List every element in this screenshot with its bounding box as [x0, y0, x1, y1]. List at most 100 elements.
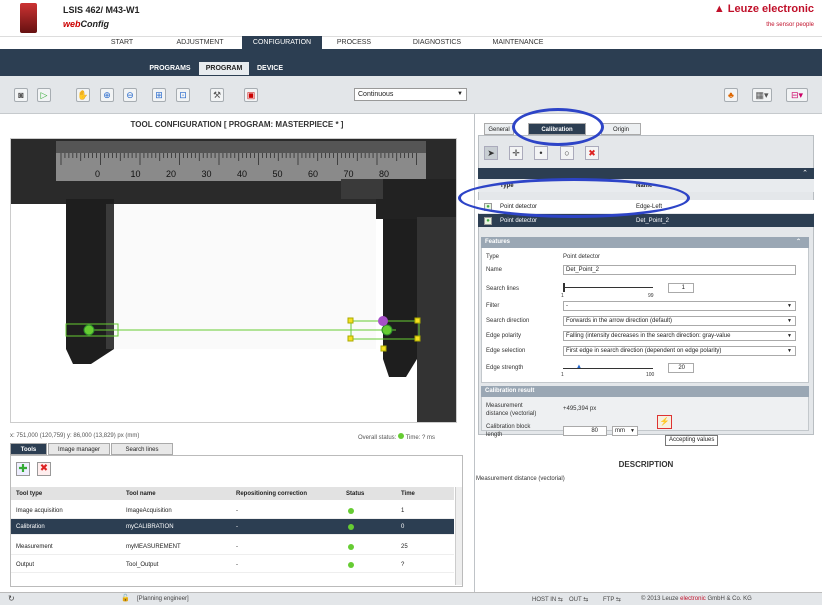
search-direction-select[interactable]: Forwards in the arrow direction (default…: [563, 316, 796, 326]
tools-table-header: Tool type Tool name Repositioning correc…: [11, 487, 454, 500]
description-title: DESCRIPTION: [618, 460, 674, 469]
connection-icon: ⇆: [615, 597, 621, 603]
tools-scrollbar[interactable]: [455, 487, 462, 585]
out-status: OUT ⇆: [569, 597, 589, 603]
tab-search-lines[interactable]: Search lines: [111, 443, 173, 455]
pointer-icon[interactable]: ➤: [484, 146, 498, 160]
menu-adjustment[interactable]: ADJUSTMENT: [160, 36, 240, 49]
save-icon[interactable]: ▣: [244, 88, 258, 102]
search-direction-label: Search direction: [486, 318, 530, 324]
wrench-icon[interactable]: ⚒: [210, 88, 224, 102]
image-view[interactable]: 0 10 20 30 40 50 60 70 80: [10, 138, 457, 423]
camera-icon[interactable]: ◙: [14, 88, 28, 102]
menu-configuration[interactable]: CONFIGURATION: [242, 36, 322, 49]
menu-maintenance[interactable]: MAINTENANCE: [480, 36, 556, 49]
chevron-down-icon: ▼: [457, 91, 463, 97]
zoom-in-icon[interactable]: ⊕: [100, 88, 114, 102]
list-item[interactable]: ● Point detector Edge-Left: [478, 200, 814, 213]
block-length-input[interactable]: 80: [563, 426, 607, 436]
brand-tagline: the sensor people: [766, 22, 814, 28]
edge-polarity-label: Edge polarity: [486, 333, 522, 339]
detector-list-header: Type Name: [478, 179, 814, 192]
type-value: Point detector: [563, 254, 601, 260]
table-row[interactable]: Measurement myMEASUREMENT - 25: [11, 539, 454, 555]
row-time: 0: [401, 523, 405, 530]
table-row[interactable]: Image acquisition ImageAcquisition - 1: [11, 503, 454, 519]
zoom-fit-icon[interactable]: ⊞: [152, 88, 166, 102]
tab-image-manager[interactable]: Image manager: [48, 443, 110, 455]
caliper-image[interactable]: 0 10 20 30 40 50 60 70 80: [11, 139, 457, 423]
slider-max: 100: [646, 372, 655, 378]
unlock-icon[interactable]: 🔓: [121, 594, 130, 602]
col-name: Name: [636, 182, 653, 189]
slider-thumb[interactable]: [563, 283, 565, 292]
accept-icon: ⚡: [659, 417, 670, 426]
tab-origin[interactable]: Origin: [601, 123, 641, 135]
detector-type: Point detector: [500, 203, 538, 210]
point-detector-icon: ●: [484, 216, 492, 225]
search-lines-stepper[interactable]: 1: [668, 283, 694, 293]
connection-icon: ⇆: [583, 597, 589, 603]
zoom-out-icon[interactable]: ⊖: [123, 88, 137, 102]
point-icon[interactable]: •: [534, 146, 548, 160]
col-time: Time: [401, 490, 415, 497]
crosshair-point-icon[interactable]: ✛: [509, 146, 523, 160]
edge-selection-select[interactable]: First edge in search direction (dependen…: [563, 346, 796, 356]
slider-min: 1: [561, 372, 564, 378]
name-field[interactable]: Det_Point_2: [563, 265, 796, 275]
submenu-device[interactable]: DEVICE: [250, 62, 290, 75]
menu-start[interactable]: START: [96, 36, 148, 49]
collapse-icon[interactable]: ⌃: [796, 237, 801, 248]
zoom-original-icon[interactable]: ⊡: [176, 88, 190, 102]
delete-tool-button[interactable]: ✖: [37, 462, 51, 476]
search-lines-label: Search lines: [486, 286, 520, 292]
connection-icon: ⇆: [557, 597, 563, 603]
chevron-down-icon: ▼: [784, 332, 795, 340]
menu-process[interactable]: PROCESS: [324, 36, 384, 49]
unit-select[interactable]: mm ▼: [612, 426, 638, 436]
row-tool-type: Output: [16, 561, 35, 568]
user-group-icon[interactable]: ♣: [724, 88, 738, 102]
ruler-label: 0: [95, 169, 100, 179]
filter-select[interactable]: - ▼: [563, 301, 796, 311]
col-tool-type: Tool type: [16, 490, 43, 497]
filter-label: Filter: [486, 303, 500, 309]
edge-strength-label: Edge strength: [486, 365, 524, 371]
submenu-programs[interactable]: PROGRAMS: [142, 62, 198, 75]
row-correction: -: [236, 507, 238, 514]
refresh-icon[interactable]: ↻: [8, 594, 15, 603]
tab-tools[interactable]: Tools: [10, 443, 47, 455]
accept-values-button[interactable]: ⚡: [657, 415, 672, 429]
edge-polarity-select[interactable]: Falling (intensity decreases in the sear…: [563, 331, 796, 341]
col-status: Status: [346, 490, 365, 497]
display-dropdown-icon[interactable]: ⊟▾: [786, 88, 808, 102]
detector-list-bar: ⌃: [478, 168, 814, 179]
slider-thumb-icon[interactable]: ▲: [576, 364, 582, 370]
circle-icon[interactable]: ○: [560, 146, 574, 160]
edge-strength-stepper[interactable]: 20: [668, 363, 694, 373]
measurement-label: Measurement distance (vectorial): [486, 403, 537, 417]
play-icon[interactable]: ▷: [37, 88, 51, 102]
layout-dropdown-icon[interactable]: ▦▾: [752, 88, 772, 102]
table-row[interactable]: Output Tool_Output - ?: [11, 557, 454, 573]
collapse-icon[interactable]: ⌃: [802, 169, 808, 177]
col-type: Type: [500, 182, 514, 189]
slider-max: 99: [648, 293, 654, 299]
row-tool-name: myMEASUREMENT: [126, 543, 181, 550]
menu-diagnostics[interactable]: DIAGNOSTICS: [402, 36, 472, 49]
add-tool-button[interactable]: ✚: [16, 462, 30, 476]
delete-detector-icon[interactable]: ✖: [585, 146, 599, 160]
submenu-program[interactable]: PROGRAM: [199, 62, 249, 75]
row-tool-type: Measurement: [16, 543, 53, 550]
row-tool-type: Calibration: [16, 523, 45, 530]
row-time: ?: [401, 561, 405, 568]
tab-calibration[interactable]: Calibration: [528, 123, 586, 135]
sub-menu: [0, 49, 822, 76]
table-row[interactable]: Calibration myCALIBRATION - 0: [11, 519, 454, 535]
acquisition-mode-select[interactable]: Continuous ▼: [354, 88, 467, 101]
list-item[interactable]: ● Point detector Det_Point_2: [478, 214, 814, 227]
row-correction: -: [236, 561, 238, 568]
hand-pan-icon[interactable]: ✋: [76, 88, 90, 102]
search-lines-slider[interactable]: [563, 287, 653, 288]
tab-general[interactable]: General: [484, 123, 514, 135]
